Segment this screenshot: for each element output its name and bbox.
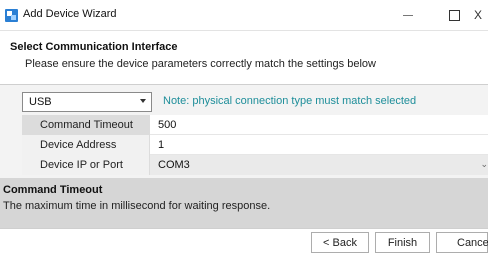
- minimize-icon: [403, 15, 413, 17]
- title-bar: Add Device Wizard X: [0, 0, 488, 30]
- finish-button[interactable]: Finish: [375, 232, 430, 253]
- close-button[interactable]: X: [474, 0, 488, 30]
- footer-divider: [0, 228, 488, 229]
- app-icon: [5, 9, 18, 22]
- port-dropdown[interactable]: COM3 ⌄: [150, 155, 488, 175]
- description-title: Command Timeout: [3, 184, 103, 196]
- property-row-device-port[interactable]: Device IP or Port COM3 ⌄: [22, 155, 488, 175]
- maximize-icon: [448, 10, 460, 22]
- description-panel: Command Timeout The maximum time in mill…: [0, 178, 488, 228]
- property-row-command-timeout[interactable]: Command Timeout 500: [22, 115, 488, 135]
- property-value: COM3: [158, 159, 190, 171]
- property-value[interactable]: 500: [158, 119, 176, 131]
- header-subtitle: Please ensure the device parameters corr…: [25, 58, 376, 70]
- connection-note: Note: physical connection type must matc…: [163, 95, 417, 107]
- property-label-cell: Device IP or Port: [22, 155, 150, 175]
- back-button[interactable]: < Back: [311, 232, 369, 253]
- property-label: Device Address: [40, 139, 117, 151]
- window-title: Add Device Wizard: [23, 8, 117, 20]
- property-label: Command Timeout: [40, 119, 133, 131]
- description-text: The maximum time in millisecond for wait…: [3, 200, 271, 212]
- property-row-device-address[interactable]: Device Address 1: [22, 135, 488, 155]
- maximize-button[interactable]: [431, 0, 477, 30]
- connection-type-value: USB: [29, 96, 52, 108]
- property-grid: Command Timeout 500 Device Address 1 Dev…: [22, 115, 488, 175]
- property-value[interactable]: 1: [158, 139, 164, 151]
- property-label-cell: Device Address: [22, 135, 150, 155]
- cancel-button[interactable]: Cancel: [436, 232, 488, 253]
- wizard-header: Select Communication Interface Please en…: [0, 31, 488, 84]
- property-label: Device IP or Port: [40, 159, 123, 171]
- chevron-down-icon: ⌄: [480, 159, 488, 169]
- chevron-down-icon: [140, 99, 146, 103]
- property-label-cell: Command Timeout: [22, 115, 150, 135]
- header-title: Select Communication Interface: [10, 41, 178, 53]
- close-icon: X: [474, 8, 483, 22]
- minimize-button[interactable]: [385, 0, 431, 30]
- connection-type-select[interactable]: USB: [22, 92, 152, 112]
